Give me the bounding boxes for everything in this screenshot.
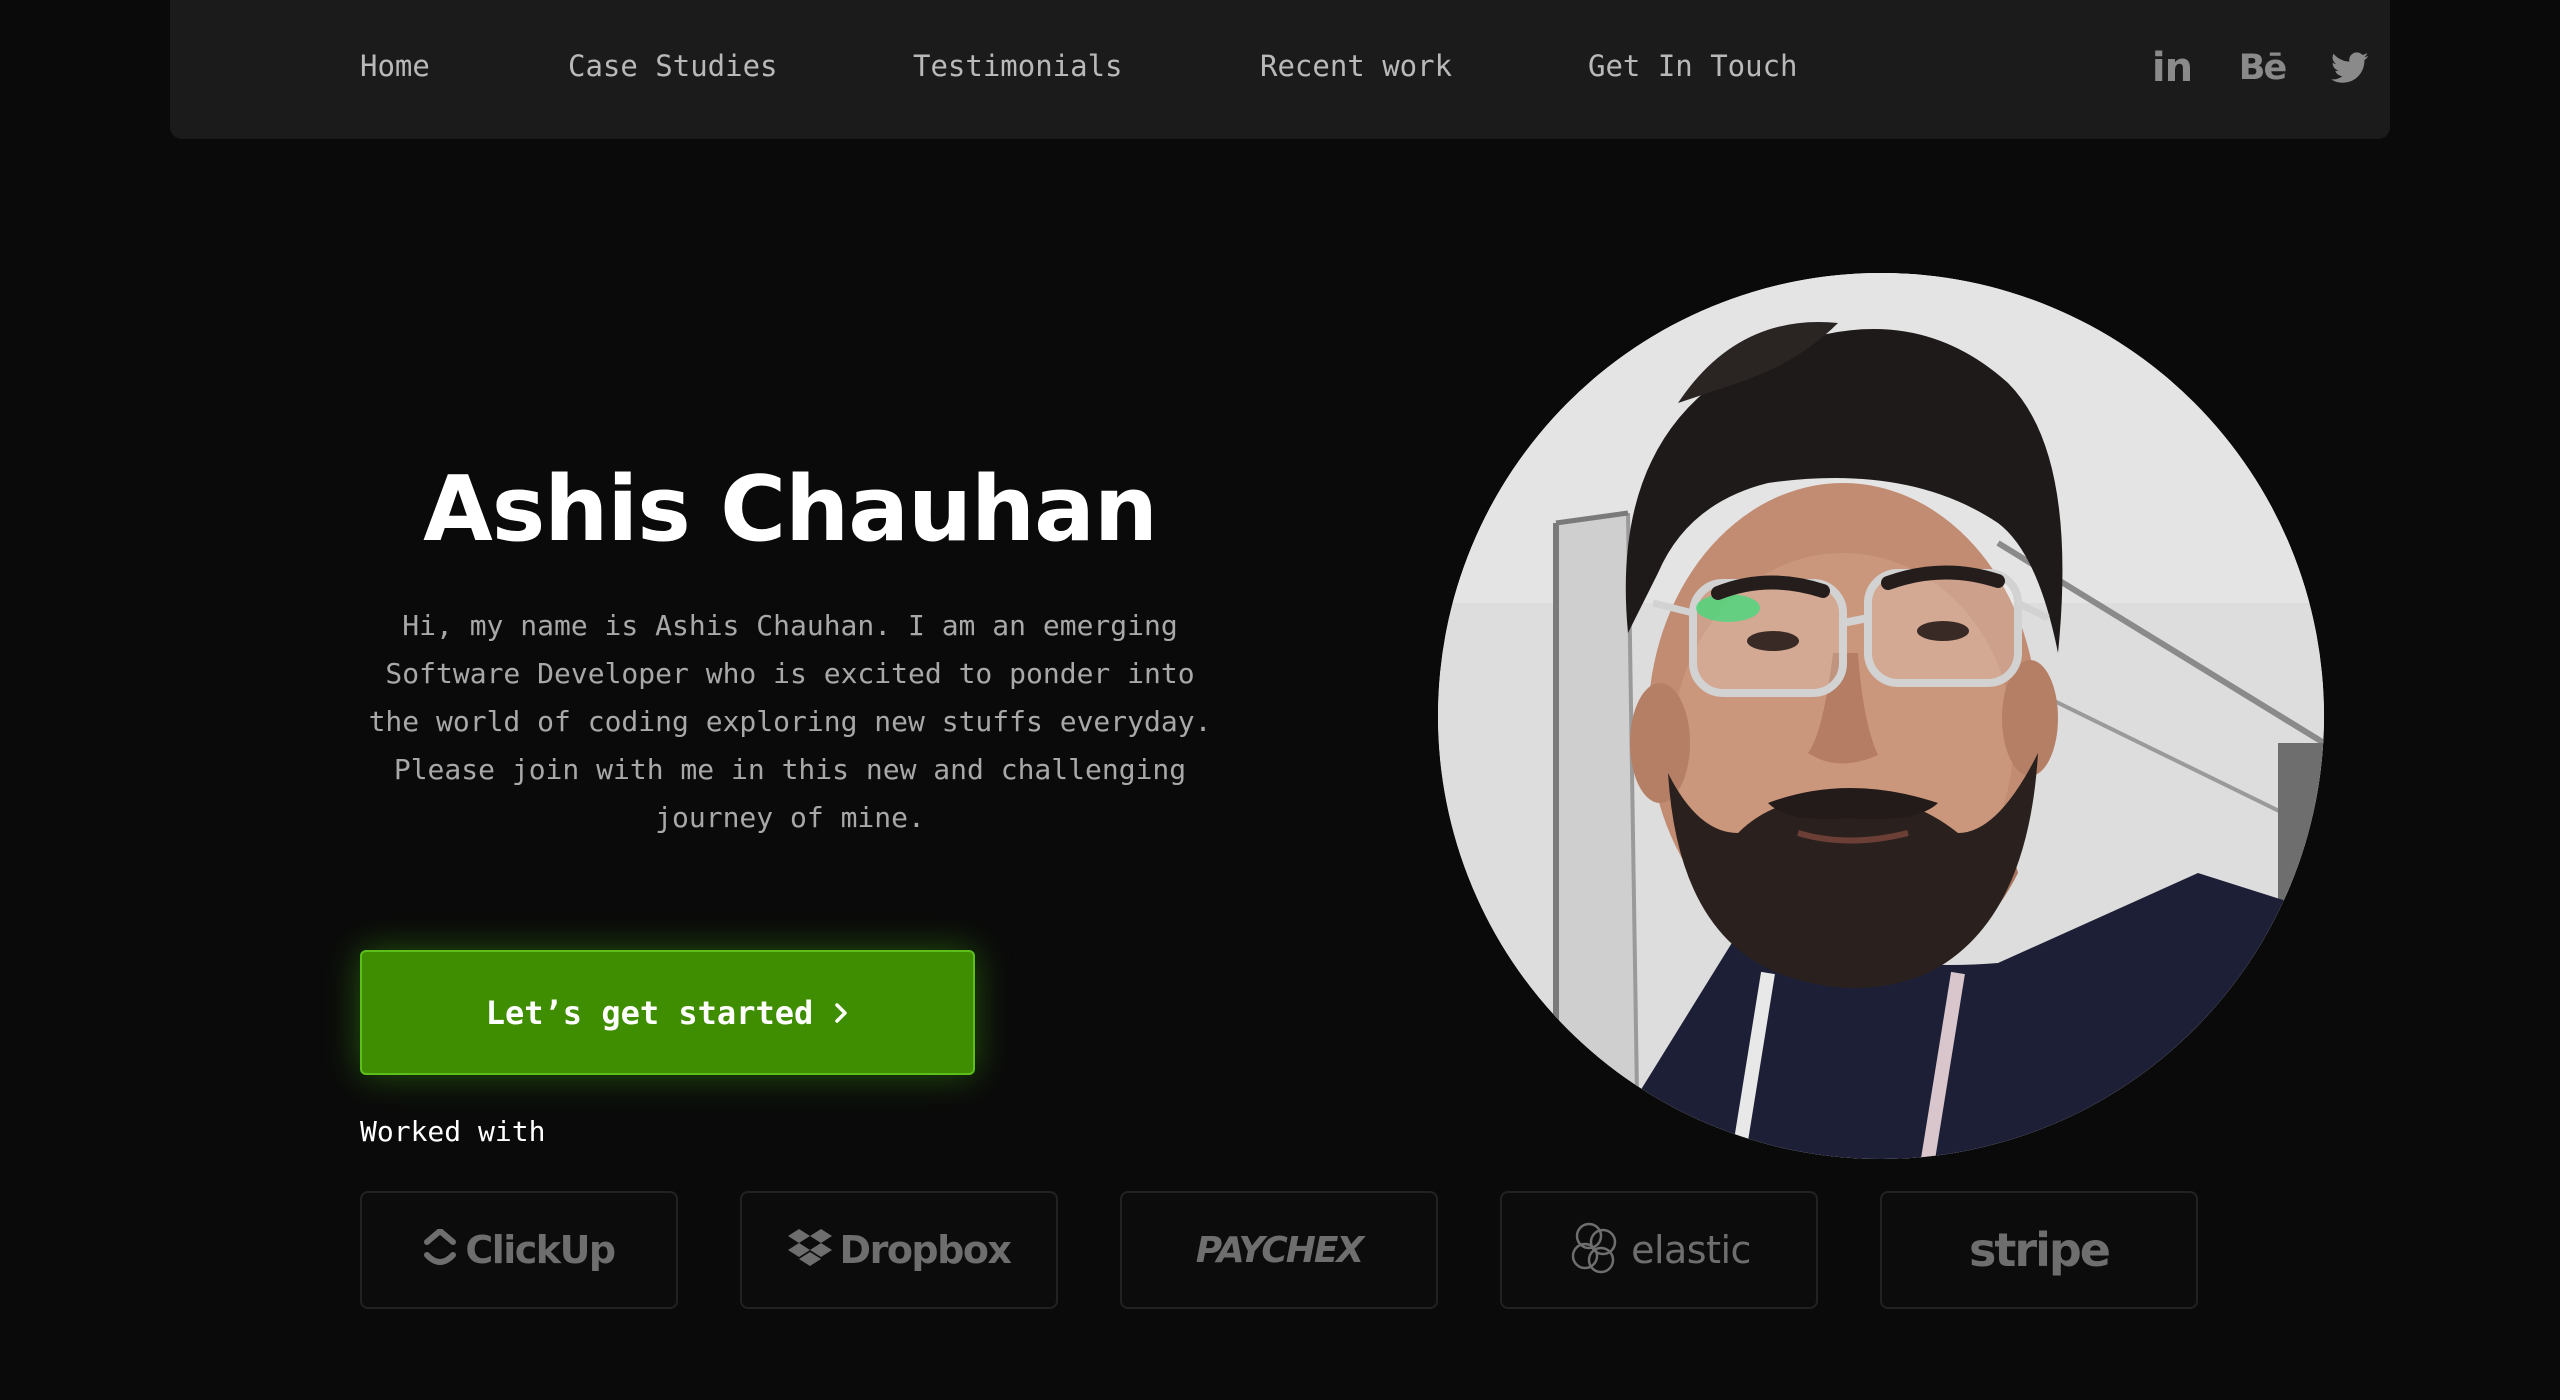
brand-name-stripe: stripe (1969, 1223, 2111, 1277)
cta-label: Let’s get started (485, 993, 814, 1032)
brand-card-stripe: stripe (1880, 1191, 2198, 1309)
nav-link-case-studies[interactable]: Case Studies (568, 48, 778, 84)
worked-with-label: Worked with (360, 1115, 546, 1148)
clickup-logo-icon (423, 1228, 457, 1271)
dropbox-logo-icon (787, 1228, 832, 1272)
brand-card-elastic: elastic (1500, 1191, 1818, 1309)
nav-link-home[interactable]: Home (360, 48, 430, 84)
chevron-right-icon (833, 1001, 849, 1025)
behance-icon[interactable]: Bē (2236, 48, 2288, 88)
profile-photo (1438, 273, 2324, 1159)
brand-logo-row: ClickUp Dropbox PAYCHEX elastic stripe (360, 1191, 2200, 1309)
brand-card-paychex: PAYCHEX (1120, 1191, 1438, 1309)
brand-name-elastic: elastic (1631, 1228, 1751, 1272)
profile-photo-illustration (1438, 273, 2324, 1159)
hero-name-heading: Ashis Chauhan (423, 457, 1158, 562)
nav-link-testimonials[interactable]: Testimonials (913, 48, 1123, 84)
brand-card-clickup: ClickUp (360, 1191, 678, 1309)
brand-name-dropbox: Dropbox (839, 1228, 1012, 1272)
brand-name-clickup: ClickUp (465, 1228, 616, 1272)
elastic-logo-icon (1567, 1220, 1623, 1280)
brand-card-dropbox: Dropbox (740, 1191, 1058, 1309)
brand-name-paychex: PAYCHEX (1195, 1229, 1364, 1271)
nav-link-recent-work[interactable]: Recent work (1260, 48, 1452, 84)
lets-get-started-button[interactable]: Let’s get started (360, 950, 975, 1075)
nav-link-get-in-touch[interactable]: Get In Touch (1588, 48, 1798, 84)
hero-description: Hi, my name is Ashis Chauhan. I am an em… (368, 609, 1212, 834)
linkedin-icon[interactable]: in (2150, 45, 2194, 91)
twitter-bird-shape (2331, 52, 2369, 83)
twitter-icon[interactable] (2330, 48, 2370, 88)
top-navigation-bar: Home Case Studies Testimonials Recent wo… (170, 0, 2390, 139)
